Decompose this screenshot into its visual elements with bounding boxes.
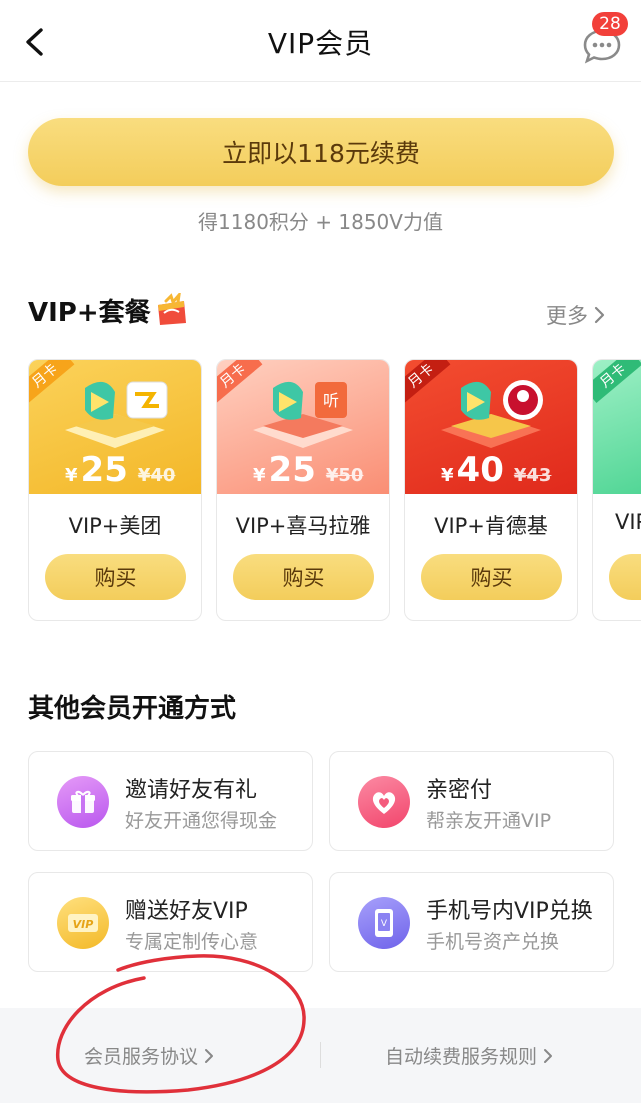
option-subtitle: 帮亲友开通VIP [426,810,552,832]
membership-agreement-link[interactable]: 会员服务协议 [84,1042,215,1069]
option-subtitle: 专属定制传心意 [125,931,259,953]
current-price: 25 [268,450,316,490]
invite-friends-option[interactable]: 邀请好友有礼 好友开通您得现金 [28,751,313,851]
option-title: 手机号内VIP兑换 [426,899,593,924]
heart-icon [358,776,410,828]
bundle-name: VIP+美团 [68,514,162,538]
chevron-right-icon [544,1048,553,1063]
renew-reward-text: 得1180积分 + 1850V力值 [198,210,443,234]
bundle-name: VIP+喜马拉雅 [235,514,371,538]
renew-button[interactable]: 立即以118元续费 [28,118,614,186]
current-price: 25 [80,450,128,490]
option-title: 邀请好友有礼 [125,778,258,803]
agreement-label: 会员服务协议 [84,1046,199,1068]
bundle-banner: 月卡 ¥40 ¥43 [405,360,577,494]
vip-bundle-card-partial[interactable]: 月卡 VIP [592,359,641,621]
option-subtitle: 手机号资产兑换 [426,931,560,953]
vip-bundle-card-meituan[interactable]: 月卡 ¥25 ¥40 VIP+美团 购买 [28,359,202,621]
message-count-badge: 28 [592,12,628,36]
food-app-logo-icon [441,380,543,448]
gift-box-icon [158,293,186,325]
option-title: 亲密付 [426,778,493,803]
intimate-pay-option[interactable]: 亲密付 帮亲友开通VIP [329,751,614,851]
bundle-banner: 月卡 [593,360,641,494]
current-price: 40 [456,450,504,490]
bundle-name: VIP [615,510,641,534]
page-title: VIP会员 [267,27,374,60]
original-price: ¥50 [325,465,364,486]
option-subtitle: 好友开通您得现金 [125,810,278,832]
phone-vip-redeem-option[interactable]: V 手机号内VIP兑换 手机号资产兑换 [329,872,614,972]
auto-renew-rules-link[interactable]: 自动续费服务规则 [385,1042,554,1069]
buy-button-kfc[interactable]: 购买 [421,554,562,600]
bundle-price: ¥25 ¥50 [253,450,364,490]
gift-vip-option[interactable]: VIP 赠送好友VIP 专属定制传心意 [28,872,313,972]
svg-text:听: 听 [323,391,339,410]
option-title: 赠送好友VIP [125,899,248,924]
vip-plus-section-title: VIP+套餐 [28,298,151,328]
more-link[interactable]: 更多 [546,300,606,330]
original-price: ¥43 [513,465,552,486]
other-methods-title: 其他会员开通方式 [28,694,237,724]
buy-button-ximalaya[interactable]: 购买 [233,554,374,600]
top-nav-bar: VIP会员 28 [0,0,641,82]
more-label: 更多 [546,304,588,328]
vip-ticket-icon: VIP [57,897,109,949]
bundle-price: ¥25 ¥40 [65,450,176,490]
auto-renew-label: 自动续费服务规则 [385,1046,538,1068]
bundle-banner: 月卡 听 ¥25 ¥50 [217,360,389,494]
vip-bundle-card-kfc[interactable]: 月卡 ¥40 ¥43 VIP+肯德基 购买 [404,359,578,621]
footer-bar: 会员服务协议 自动续费服务规则 [0,1008,641,1103]
footer-divider [320,1042,321,1068]
original-price: ¥40 [137,465,176,486]
vip-bundle-card-ximalaya[interactable]: 月卡 听 ¥25 ¥50 VIP+喜马拉雅 购买 [216,359,390,621]
audio-app-logo-icon: 听 [253,381,353,448]
gift-icon [57,776,109,828]
svg-text:VIP: VIP [73,918,94,931]
chevron-right-icon [594,306,605,324]
bundle-banner: 月卡 ¥25 ¥40 [29,360,201,494]
bundle-price: ¥40 ¥43 [441,450,552,490]
buy-button-meituan[interactable]: 购买 [45,554,186,600]
svg-text:V: V [381,919,388,929]
video-app-logo-icon [65,381,168,448]
buy-button-partial[interactable] [609,554,641,600]
bundle-name: VIP+肯德基 [434,514,548,538]
chevron-right-icon [205,1048,214,1063]
phone-icon: V [358,897,410,949]
month-card-tag: 月卡 [593,360,641,403]
